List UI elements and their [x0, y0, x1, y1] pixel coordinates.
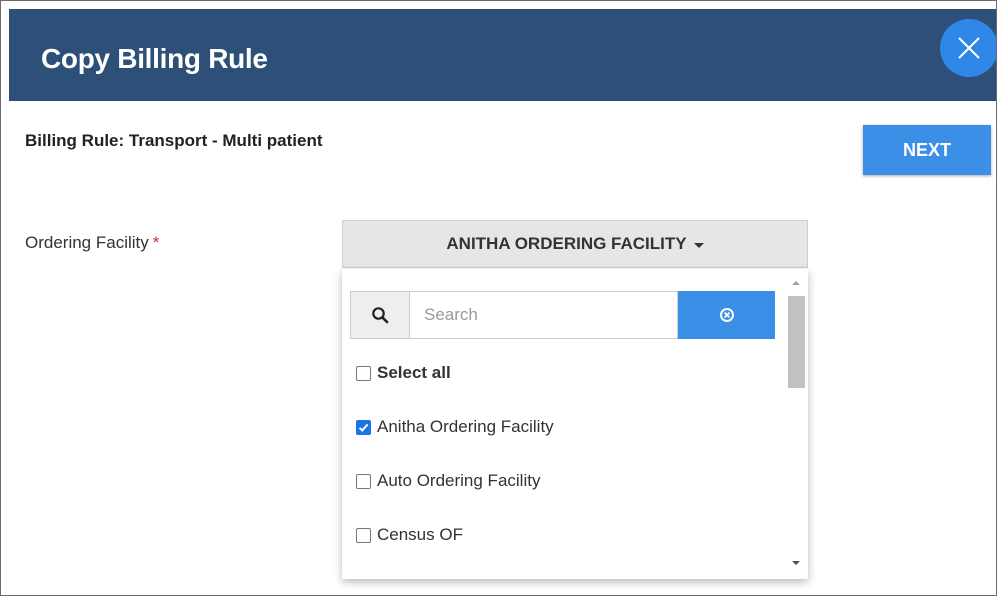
- search-addon: [350, 291, 410, 339]
- required-asterisk: *: [152, 233, 160, 252]
- scroll-down-arrow-icon[interactable]: [792, 561, 800, 565]
- scroll-thumb[interactable]: [788, 296, 805, 388]
- facility-option-checkbox[interactable]: [356, 527, 371, 543]
- facility-option[interactable]: Auto Ordering Facility: [356, 471, 540, 491]
- facility-option[interactable]: Census OF: [356, 525, 463, 545]
- facility-option[interactable]: Anitha Ordering Facility: [356, 417, 554, 437]
- facility-option-checkbox[interactable]: [356, 419, 371, 435]
- dropdown-search: [350, 291, 776, 339]
- dialog-header: Copy Billing Rule: [9, 9, 996, 101]
- select-all-option[interactable]: Select all: [356, 363, 451, 383]
- caret-down-icon: [693, 243, 704, 248]
- copy-billing-rule-dialog: Copy Billing Rule Billing Rule: Transpor…: [0, 0, 997, 596]
- check-icon: [358, 423, 369, 432]
- next-button[interactable]: NEXT: [863, 125, 991, 175]
- close-icon: [958, 37, 980, 59]
- facility-option-checkbox[interactable]: [356, 473, 371, 489]
- facility-dropdown-menu: Select all Anitha Ordering Facility Auto…: [342, 269, 808, 579]
- search-input[interactable]: [410, 291, 678, 339]
- clear-search-button[interactable]: [678, 291, 775, 339]
- close-button[interactable]: [940, 19, 996, 77]
- dialog-title: Copy Billing Rule: [41, 43, 268, 74]
- ordering-facility-label: Ordering Facility *: [25, 233, 159, 253]
- ordering-facility-select[interactable]: ANITHA ORDERING FACILITY: [342, 220, 808, 268]
- facility-option-label: Census OF: [377, 525, 463, 544]
- ordering-facility-selected-value: ANITHA ORDERING FACILITY: [446, 234, 687, 253]
- ordering-facility-label-text: Ordering Facility: [25, 233, 149, 252]
- dropdown-scrollbar[interactable]: [785, 269, 807, 579]
- billing-rule-label: Billing Rule: Transport - Multi patient: [25, 131, 323, 150]
- select-all-label: Select all: [377, 363, 451, 382]
- clear-circle-icon: [719, 308, 734, 322]
- select-all-checkbox[interactable]: [356, 365, 371, 381]
- scroll-up-arrow-icon[interactable]: [792, 281, 800, 285]
- search-icon: [372, 307, 389, 324]
- facility-option-label: Anitha Ordering Facility: [377, 417, 554, 436]
- facility-option-label: Auto Ordering Facility: [377, 471, 541, 490]
